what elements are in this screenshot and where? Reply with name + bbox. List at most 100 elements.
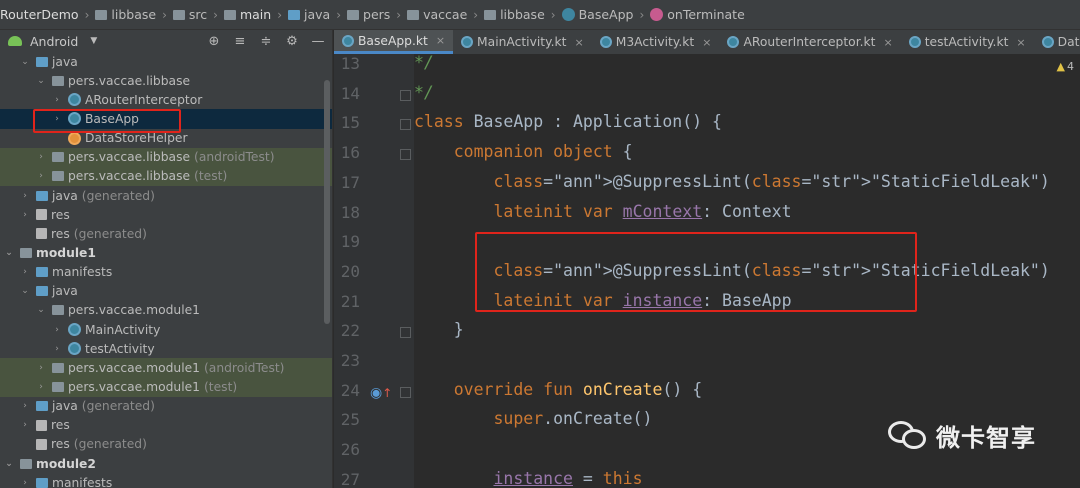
tree-item-label: pers.vaccae.module1 <box>68 379 200 394</box>
editor-tab[interactable]: testActivity.kt × <box>901 30 1034 54</box>
breadcrumb-label: java <box>304 7 331 22</box>
code-line[interactable]: class BaseApp : Application() { <box>414 112 722 131</box>
tree-item-label: res <box>51 437 70 452</box>
tree-item[interactable]: › pers.vaccae.libbase (androidTest) <box>0 147 332 167</box>
chevron-right-icon: › <box>277 7 282 22</box>
chevron-right-icon[interactable]: › <box>20 420 30 430</box>
tree-scrollbar[interactable] <box>324 80 330 324</box>
breadcrumb-module[interactable]: libbase <box>95 7 156 22</box>
code-line[interactable]: class="ann">@SuppressLint(class="str">"S… <box>414 172 1049 191</box>
tree-item[interactable]: › pers.vaccae.module1 (test) <box>0 377 332 397</box>
chevron-right-icon[interactable]: › <box>20 267 30 277</box>
fold-marker-icon[interactable] <box>400 327 411 339</box>
code-line[interactable]: */ <box>414 83 434 102</box>
chevron-down-icon[interactable]: ⌄ <box>4 248 14 258</box>
tree-item[interactable]: › ARouterInterceptor <box>0 90 332 109</box>
tree-item[interactable]: › pers.vaccae.module1 (androidTest) <box>0 358 332 378</box>
code-line[interactable]: } <box>414 320 464 339</box>
chevron-down-icon[interactable]: ⌄ <box>20 286 30 296</box>
close-icon[interactable]: × <box>436 34 445 47</box>
chevron-right-icon[interactable]: › <box>36 363 46 373</box>
close-icon[interactable]: × <box>575 36 584 49</box>
chevron-right-icon[interactable]: › <box>20 401 30 411</box>
fold-marker-icon[interactable] <box>400 89 411 101</box>
chevron-right-icon[interactable]: › <box>20 478 30 488</box>
breadcrumb-project[interactable]: RouterDemo <box>0 7 79 22</box>
code-line[interactable]: companion object { <box>414 142 633 161</box>
chevron-right-icon[interactable]: › <box>36 171 46 181</box>
line-number: 19 <box>340 232 360 252</box>
editor-tab[interactable]: M3Activity.kt × <box>592 30 720 54</box>
folder-icon <box>172 9 185 20</box>
chevron-right-icon[interactable]: › <box>52 95 62 105</box>
tree-item[interactable]: › pers.vaccae.libbase (test) <box>0 166 332 186</box>
tree-item[interactable]: › java (generated) <box>0 186 332 205</box>
chevron-right-icon[interactable]: › <box>36 152 46 162</box>
panel-toolbar: ⊕ ≡ ≑ ⚙ — <box>206 34 326 49</box>
code-line[interactable]: lateinit var mContext: Context <box>414 202 791 221</box>
chevron-right-icon[interactable]: › <box>20 210 30 220</box>
close-icon[interactable]: × <box>702 36 711 49</box>
editor-tab[interactable]: MainActivity.kt × <box>453 30 592 54</box>
fold-marker-icon[interactable] <box>400 149 411 161</box>
tree-item[interactable]: res (generated) <box>0 435 332 454</box>
chevron-down-icon[interactable]: ⌄ <box>4 459 14 469</box>
tree-item[interactable]: › manifests <box>0 263 332 282</box>
close-icon[interactable]: × <box>883 36 892 49</box>
gear-icon[interactable]: ⚙ <box>284 34 300 49</box>
override-marker-icon[interactable]: ◉↑ <box>370 385 392 401</box>
tree-item[interactable]: ⌄ module1 <box>0 243 332 262</box>
fold-marker-icon[interactable] <box>400 386 411 398</box>
code-line[interactable]: */ <box>414 54 434 72</box>
tree-item[interactable]: › res <box>0 416 332 435</box>
tree-item[interactable]: ⌄ java <box>0 282 332 301</box>
folder-icon <box>484 9 497 20</box>
breadcrumb-src[interactable]: src <box>172 7 207 22</box>
line-number: 24 <box>340 380 360 400</box>
tree-item[interactable]: res (generated) <box>0 224 332 243</box>
chevron-right-icon[interactable]: › <box>36 382 46 392</box>
editor-tab[interactable]: ARouterInterceptor.kt × <box>719 30 900 54</box>
code-line[interactable]: override fun onCreate() { <box>414 380 702 399</box>
folder-gray-icon <box>52 305 64 316</box>
tree-item-label: pers.vaccae.module1 <box>68 303 200 318</box>
chevron-right-icon[interactable]: › <box>52 344 62 354</box>
tree-item-label: ARouterInterceptor <box>85 92 203 107</box>
breadcrumb-libbase[interactable]: libbase <box>484 7 545 22</box>
code-line[interactable]: super.onCreate() <box>414 409 652 428</box>
expand-all-icon[interactable]: ≡ <box>232 34 248 49</box>
close-icon[interactable]: × <box>1016 36 1025 49</box>
fold-marker-icon[interactable] <box>400 119 411 131</box>
tree-item[interactable]: ⌄ module2 <box>0 454 332 473</box>
tree-item-label: java <box>52 284 78 299</box>
locate-icon[interactable]: ⊕ <box>206 34 222 49</box>
chevron-right-icon[interactable]: › <box>52 325 62 335</box>
breadcrumb-class[interactable]: BaseApp <box>561 7 633 22</box>
tree-item[interactable]: › manifests <box>0 473 332 488</box>
highlight-baseapp-box <box>33 109 181 133</box>
hide-icon[interactable]: — <box>310 34 326 49</box>
tree-item[interactable]: › MainActivity <box>0 320 332 339</box>
tree-item[interactable]: ⌄ java <box>0 52 332 71</box>
tree-item[interactable]: › res <box>0 205 332 224</box>
chevron-down-icon[interactable]: ⌄ <box>36 305 46 315</box>
tree-item[interactable]: › java (generated) <box>0 397 332 416</box>
collapse-all-icon[interactable]: ≑ <box>258 34 274 49</box>
warning-indicator[interactable]: ▲ 4 <box>1057 60 1074 73</box>
tree-item[interactable]: ⌄ pers.vaccae.module1 <box>0 301 332 320</box>
breadcrumb-main[interactable]: main <box>223 7 271 22</box>
breadcrumb-vaccae[interactable]: vaccae <box>407 7 467 22</box>
breadcrumb-method[interactable]: onTerminate <box>650 7 745 22</box>
tree-item[interactable]: › testActivity <box>0 339 332 358</box>
chevron-right-icon[interactable]: › <box>20 191 30 201</box>
chevron-down-icon[interactable]: ⌄ <box>20 57 30 67</box>
editor-tab[interactable]: DataStoreH <box>1034 30 1080 54</box>
breadcrumb-java[interactable]: java <box>288 7 330 22</box>
code-line[interactable]: instance = this <box>414 469 642 488</box>
editor-tab[interactable]: BaseApp.kt × <box>334 30 454 54</box>
tree-item-label: pers.vaccae.libbase <box>68 169 191 184</box>
chevron-down-icon[interactable]: ⌄ <box>36 76 46 86</box>
tree-item[interactable]: ⌄ pers.vaccae.libbase <box>0 71 332 90</box>
tree-item-label: manifests <box>52 265 113 280</box>
breadcrumb-pers[interactable]: pers <box>347 7 390 22</box>
